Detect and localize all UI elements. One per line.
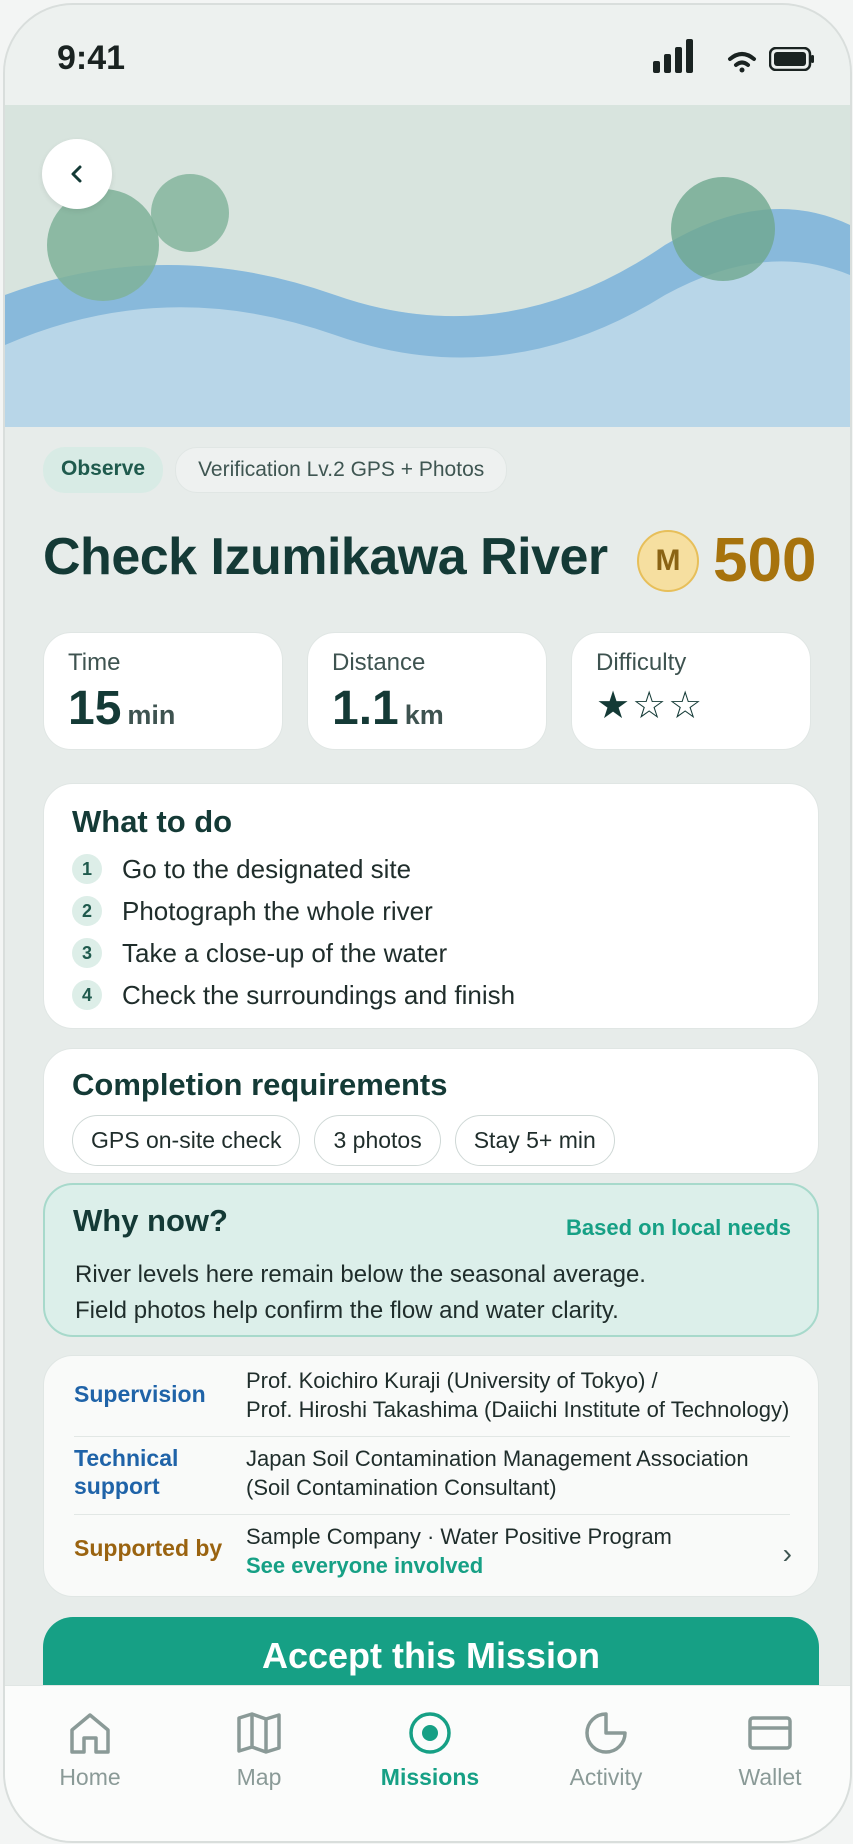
river-illustration <box>5 105 850 427</box>
supervision-label: Supervision <box>74 1381 206 1407</box>
reward-amount: 500 <box>713 526 817 595</box>
why-now-card: Why now? Based on local needs River leve… <box>43 1183 819 1337</box>
steps-list: 1 Go to the designated site 2 Photograph… <box>72 848 790 1016</box>
chevron-left-icon <box>71 165 82 183</box>
mission-tags: Observe Verification Lv.2 GPS + Photos <box>43 447 508 493</box>
supported-by-label: Supported by <box>74 1535 223 1561</box>
target-icon <box>409 1712 451 1754</box>
supervision-line: Prof. Hiroshi Takashima (Daiichi Institu… <box>246 1397 790 1422</box>
requirements-heading: Completion requirements <box>72 1067 448 1102</box>
coin-icon: M <box>637 529 699 592</box>
pie-chart-icon <box>585 1712 627 1754</box>
why-now-line: River levels here remain below the seaso… <box>75 1261 646 1288</box>
technical-line: (Soil Contamination Consultant) <box>246 1475 557 1500</box>
technical-support-text: Japan Soil Contamination Management Asso… <box>246 1444 749 1502</box>
tab-missions[interactable]: Missions <box>360 1710 500 1791</box>
bottom-tab-bar: Home Map Missions Activity Wallet <box>5 1685 850 1841</box>
status-bar: 9:41 <box>5 5 850 105</box>
stat-distance: Distance 1.1 km <box>307 632 547 750</box>
divider <box>74 1436 790 1437</box>
signal-icon <box>653 39 693 73</box>
stat-time: Time 15 min <box>43 632 283 750</box>
supervision-text: Prof. Koichiro Kuraji (University of Tok… <box>246 1366 789 1424</box>
home-icon <box>70 1713 110 1754</box>
wallet-icon <box>748 1716 792 1750</box>
technical-line: Japan Soil Contamination Management Asso… <box>246 1446 749 1471</box>
supported-by-text: Sample Company · Water Positive Program … <box>246 1522 672 1580</box>
stat-distance-unit: km <box>404 700 444 730</box>
divider <box>74 1514 790 1515</box>
list-item: 4 Check the surroundings and finish <box>72 974 790 1016</box>
category-chip: Observe <box>43 447 164 493</box>
step-text: Go to the designated site <box>122 853 412 884</box>
requirement-chip: Stay 5+ min <box>454 1115 615 1166</box>
list-item: 2 Photograph the whole river <box>72 890 790 932</box>
why-now-body: River levels here remain below the seaso… <box>75 1257 795 1329</box>
back-button[interactable] <box>42 139 112 209</box>
stat-time-value: 15 <box>68 682 122 735</box>
stat-difficulty: Difficulty ★☆☆ <box>571 632 811 750</box>
what-to-do-card: What to do 1 Go to the designated site 2… <box>43 783 819 1029</box>
what-to-do-heading: What to do <box>72 804 233 839</box>
list-item: 3 Take a close-up of the water <box>72 932 790 974</box>
tab-label: Map <box>236 1764 282 1790</box>
stat-time-label: Time <box>68 649 121 676</box>
sponsor-line: Sample Company · Water Positive Program <box>246 1524 672 1549</box>
list-item: 1 Go to the designated site <box>72 848 790 890</box>
step-number: 1 <box>72 854 102 884</box>
mission-title: Check Izumikawa River <box>43 528 608 586</box>
why-now-tag: Based on local needs <box>566 1215 791 1240</box>
requirements-card: Completion requirements GPS on-site chec… <box>43 1048 819 1174</box>
hero-illustration <box>5 105 850 427</box>
step-text: Photograph the whole river <box>122 895 433 926</box>
difficulty-stars: ★☆☆ <box>596 685 705 727</box>
requirement-chip: GPS on-site check <box>72 1115 301 1166</box>
stat-distance-label: Distance <box>332 649 426 676</box>
why-now-heading: Why now? <box>73 1203 228 1238</box>
phone-frame: 9:41 Observe Verification Lv.2 GPS + Pho… <box>3 3 852 1843</box>
tab-map[interactable]: Map <box>189 1710 329 1791</box>
tab-wallet[interactable]: Wallet <box>700 1710 840 1791</box>
tab-label: Missions <box>380 1764 480 1790</box>
supervision-line: Prof. Koichiro Kuraji (University of Tok… <box>246 1368 658 1393</box>
requirements-list: GPS on-site check 3 photos Stay 5+ min <box>72 1115 790 1166</box>
tab-label: Home <box>59 1764 121 1790</box>
battery-icon <box>769 47 814 71</box>
see-everyone-link[interactable]: See everyone involved <box>246 1551 672 1580</box>
stat-time-unit: min <box>127 700 176 730</box>
step-number: 2 <box>72 896 102 926</box>
tab-label: Wallet <box>738 1764 802 1790</box>
wifi-icon <box>728 52 756 73</box>
verification-chip: Verification Lv.2 GPS + Photos <box>175 447 508 493</box>
status-time: 9:41 <box>57 39 126 77</box>
stat-distance-value: 1.1 <box>332 682 399 735</box>
step-text: Take a close-up of the water <box>122 937 448 968</box>
step-text: Check the surroundings and finish <box>122 979 516 1010</box>
step-number: 3 <box>72 938 102 968</box>
step-number: 4 <box>72 980 102 1010</box>
reward: M 500 <box>637 525 816 596</box>
why-now-line: Field photos help confirm the flow and w… <box>75 1297 619 1324</box>
chevron-right-icon[interactable]: › <box>783 1538 792 1570</box>
map-icon <box>237 1712 281 1754</box>
tab-home[interactable]: Home <box>20 1710 160 1791</box>
technical-support-label: Technical support <box>74 1444 178 1500</box>
requirement-chip: 3 photos <box>314 1115 441 1166</box>
stat-difficulty-label: Difficulty <box>596 649 687 676</box>
technical-label-line: Technical <box>74 1445 179 1471</box>
credits-card: Supervision Prof. Koichiro Kuraji (Unive… <box>43 1355 819 1597</box>
tab-activity[interactable]: Activity <box>536 1710 676 1791</box>
tab-label: Activity <box>569 1764 643 1790</box>
technical-label-line: support <box>74 1473 160 1499</box>
